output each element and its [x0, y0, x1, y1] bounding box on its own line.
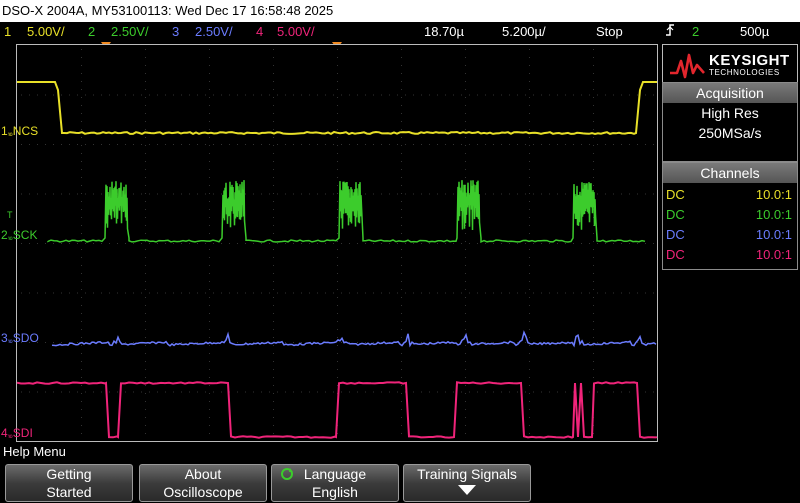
trigger-edge-icon [664, 22, 676, 44]
trigger-source[interactable]: 2 [692, 22, 699, 42]
language-cycle-icon [281, 468, 293, 480]
acquisition-mode: High Res [701, 105, 759, 121]
trigger-level-marker[interactable]: T [7, 208, 13, 222]
ch3-probe: 10.0:1 [755, 227, 792, 242]
ch3-ground-marker[interactable]: 3⏨SDO [1, 331, 39, 347]
ch4-number[interactable]: 4 [256, 22, 263, 42]
ch4-probe: 10.0:1 [755, 247, 792, 262]
channel-row-2: DC 10.0:1 [663, 205, 797, 225]
ch3-scale[interactable]: 2.50V/ [195, 22, 233, 42]
channel-row-1: DC 10.0:1 [663, 185, 797, 205]
ch3-coupling: DC [666, 227, 685, 242]
sample-rate: 250MSa/s [698, 125, 762, 141]
ch3-number[interactable]: 3 [172, 22, 179, 42]
trigger-level[interactable]: 500µ [740, 22, 769, 42]
sdi-label: SDI [12, 426, 33, 440]
channel-row-3: DC 10.0:1 [663, 225, 797, 245]
softkey-bar: Getting Started About Oscilloscope Languag… [0, 461, 800, 503]
ncs-label: NCS [12, 124, 39, 138]
sdo-label: SDO [12, 331, 39, 345]
ch2-coupling: DC [666, 207, 685, 222]
acquisition-header: Acquisition [663, 83, 797, 103]
ch1-number[interactable]: 1 [4, 22, 11, 42]
brand-name: KEYSIGHT [709, 52, 790, 69]
brand-sub: TECHNOLOGIES [709, 68, 780, 77]
horizontal-delay[interactable]: 18.70µ [424, 22, 464, 42]
channel-row-4: DC 10.0:1 [663, 245, 797, 265]
ch1-probe: 10.0:1 [755, 187, 792, 202]
channels-header: Channels [663, 163, 797, 183]
menu-title: Help Menu [0, 443, 800, 461]
sck-label: SCK [12, 228, 38, 242]
run-state[interactable]: Stop [596, 22, 623, 42]
ch1-scale[interactable]: 5.00V/ [27, 22, 65, 42]
down-arrow-icon [458, 485, 476, 495]
ch1-ground-marker[interactable]: 1⏨NCS [1, 124, 38, 140]
language-button[interactable]: Language English [271, 464, 399, 502]
ch2-probe: 10.0:1 [755, 207, 792, 222]
side-panel: KEYSIGHT TECHNOLOGIES Acquisition High R… [660, 44, 800, 442]
ch2-number[interactable]: 2 [88, 22, 95, 42]
training-signals-button[interactable]: Training Signals [403, 464, 531, 502]
acquisition-panel[interactable]: Acquisition High Res 250MSa/s [662, 82, 798, 162]
getting-started-button[interactable]: Getting Started [5, 464, 133, 502]
about-oscilloscope-button[interactable]: About Oscilloscope [139, 464, 267, 502]
ch1-coupling: DC [666, 187, 685, 202]
ch2-ground-marker[interactable]: 2⏨SCK [1, 228, 37, 244]
channels-panel[interactable]: Channels DC 10.0:1 DC 10.0:1 DC 10.0:1 D… [662, 162, 798, 270]
brand-logo: KEYSIGHT TECHNOLOGIES [662, 44, 798, 84]
waveform-display[interactable] [16, 44, 658, 442]
status-bar: 1 5.00V/ 2 2.50V/ 3 2.50V/ 4 5.00V/ 18.7… [0, 22, 800, 42]
window-title: DSO-X 2004A, MY53100113: Wed Dec 17 16:5… [0, 0, 800, 22]
ch4-scale[interactable]: 5.00V/ [277, 22, 315, 42]
ch4-ground-marker[interactable]: 4⏨SDI [1, 426, 33, 442]
ch2-scale[interactable]: 2.50V/ [111, 22, 149, 42]
timebase-scale[interactable]: 5.200µ/ [502, 22, 546, 42]
keysight-wave-icon [670, 53, 705, 79]
ch4-coupling: DC [666, 247, 685, 262]
